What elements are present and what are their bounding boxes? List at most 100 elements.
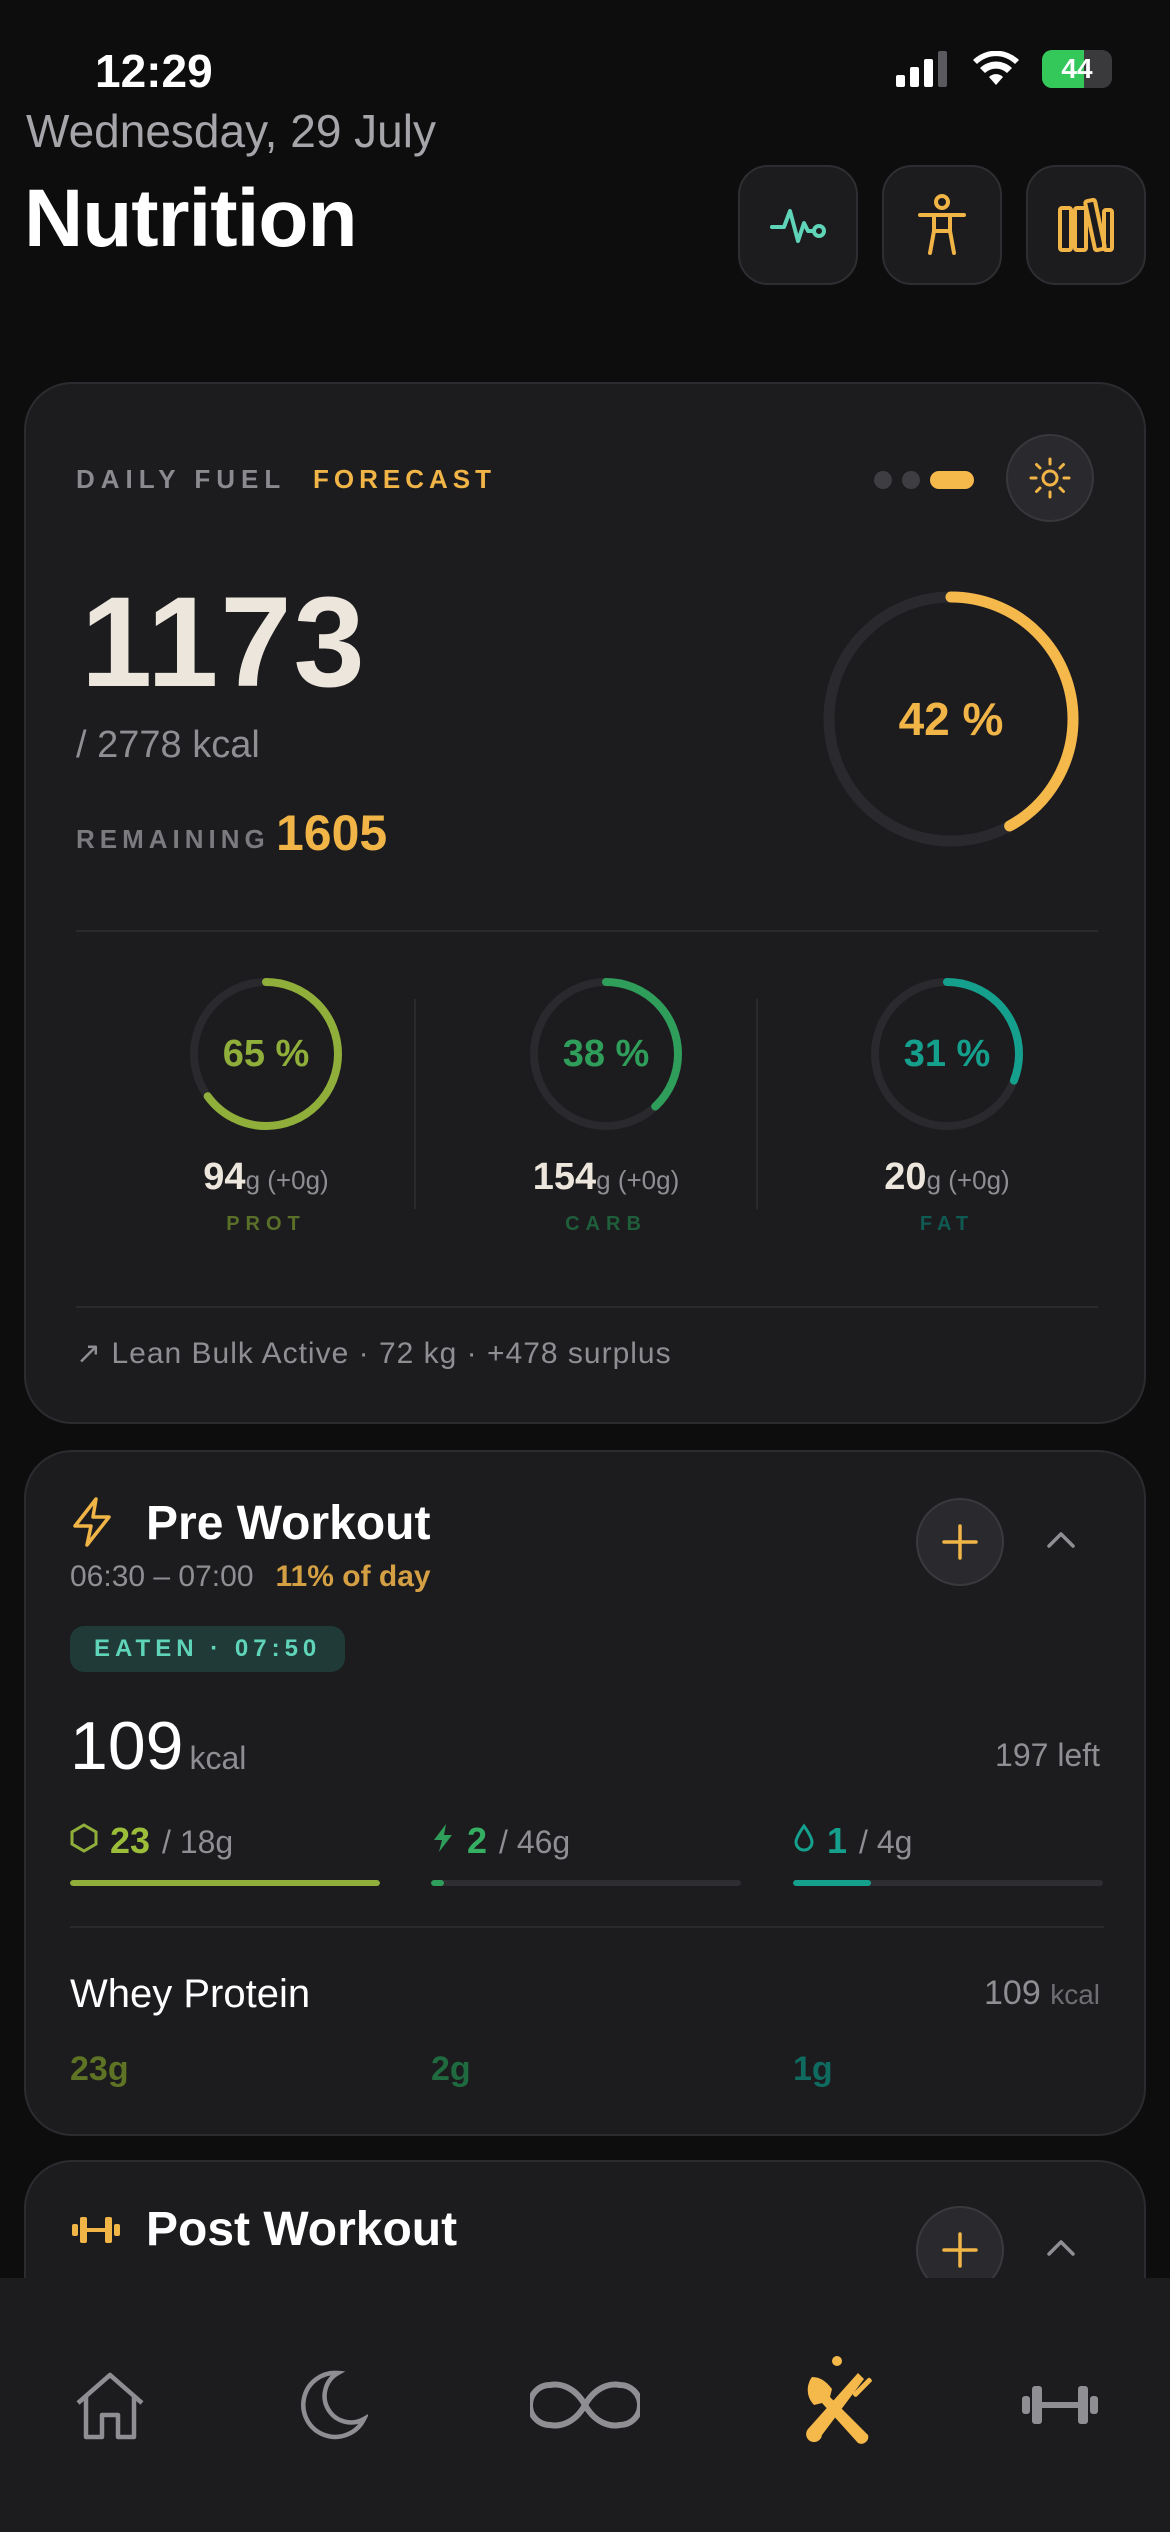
- eaten-badge: EATEN · 07:50: [70, 1626, 346, 1672]
- page-title: Nutrition: [24, 173, 358, 264]
- meal-carb-value: 2: [467, 1820, 488, 1861]
- status-icons: 44: [896, 50, 1112, 88]
- protein-ring: 65 %: [186, 974, 346, 1134]
- tab-sleep[interactable]: [278, 2350, 388, 2460]
- heartbeat-icon: [770, 209, 826, 243]
- library-button[interactable]: [1026, 165, 1146, 285]
- meal-kcal-line: 109 kcal: [70, 1707, 246, 1785]
- calorie-progress-ring: 42 %: [816, 584, 1086, 854]
- carb-value: 154: [532, 1156, 597, 1198]
- droplet-icon: [794, 1823, 814, 1852]
- home-icon: [76, 2372, 144, 2440]
- divider: [76, 1306, 1098, 1308]
- protein-label: PROT: [226, 1213, 306, 1235]
- meal-fat-bar: [793, 1880, 1103, 1886]
- fat-value: 20: [884, 1156, 927, 1198]
- page-dot-active[interactable]: [930, 471, 974, 489]
- cellular-signal-icon: [896, 51, 947, 87]
- carb-ring: 38 %: [526, 974, 686, 1134]
- protein-unit: g (+0g): [245, 1165, 329, 1195]
- moon-icon: [301, 2370, 368, 2440]
- meal-kcal: 109: [70, 1708, 184, 1784]
- meal-fat-bar-fill: [793, 1880, 871, 1886]
- remaining-label: REMAINING: [76, 824, 270, 854]
- page-dot[interactable]: [902, 471, 920, 489]
- header-date: Wednesday, 29 July: [26, 105, 436, 157]
- macro-separator: [756, 999, 758, 1209]
- carb-percent: 38 %: [562, 1032, 650, 1075]
- meal-carb-bar: [431, 1880, 741, 1886]
- fork-knife-icon: [806, 2356, 872, 2444]
- tab-nutrition[interactable]: [782, 2350, 892, 2460]
- page-dot[interactable]: [874, 471, 892, 489]
- wifi-icon: [973, 51, 1019, 85]
- target-kcal: / 2778 kcal: [76, 724, 260, 766]
- infinity-icon: [530, 2381, 640, 2429]
- meal-time-line: 06:30 – 07:00 11% of day: [70, 1560, 431, 1594]
- tab-bar-curve: [0, 2258, 1170, 2298]
- goal-mode-line: ↗ Lean Bulk Active · 72 kg · +478 surplu…: [76, 1337, 672, 1370]
- calorie-percent: 42 %: [898, 693, 1004, 745]
- hexagon-icon: [70, 1823, 98, 1853]
- tab-bar: [0, 2258, 1170, 2532]
- food-name: Whey Protein: [70, 1972, 311, 2016]
- food-carb: 2g: [431, 2050, 471, 2088]
- macro-protein: 65 % 94g (+0g) PROT: [116, 974, 416, 1236]
- remaining-value: 1605: [276, 805, 388, 861]
- macro-fat: 31 % 20g (+0g) FAT: [797, 974, 1097, 1236]
- dumbbell-icon: [1022, 2386, 1098, 2424]
- body-button[interactable]: [882, 165, 1002, 285]
- carb-value-line: 154g (+0g): [456, 1156, 756, 1199]
- meal-fat-stat: 1 / 4g: [793, 1820, 1103, 1886]
- tab-loop[interactable]: [530, 2350, 640, 2460]
- meal-carb-bar-fill: [431, 1880, 445, 1886]
- meal-day-percent: 11% of day: [275, 1560, 431, 1593]
- heartbeat-button[interactable]: [738, 165, 858, 285]
- food-fat: 1g: [793, 2050, 833, 2088]
- meal-carb-target: / 46g: [499, 1824, 571, 1860]
- consumed-kcal: 1173: [81, 571, 367, 714]
- meal-time: 06:30 – 07:00: [70, 1560, 254, 1593]
- macro-carb: 38 % 154g (+0g) CARB: [456, 974, 756, 1236]
- fat-unit: g (+0g): [926, 1165, 1010, 1195]
- divider: [76, 930, 1098, 932]
- fat-ring: 31 %: [867, 974, 1027, 1134]
- macro-separator: [414, 999, 416, 1209]
- meal-protein-stat: 23 / 18g: [70, 1820, 380, 1886]
- chevron-up-icon[interactable]: [1046, 1530, 1076, 1550]
- battery-indicator: 44: [1042, 50, 1112, 88]
- chevron-up-icon[interactable]: [1046, 2238, 1076, 2258]
- battery-level: 44: [1061, 53, 1093, 84]
- food-protein: 23g: [70, 2050, 129, 2088]
- meal-kcal-left: 197 left: [995, 1737, 1100, 1773]
- fat-percent: 31 %: [903, 1032, 991, 1075]
- meal-fat-value: 1: [827, 1820, 848, 1861]
- plus-icon: [942, 1524, 978, 1560]
- meal-protein-value: 23: [110, 1820, 151, 1861]
- carb-unit: g (+0g): [596, 1165, 680, 1195]
- sun-icon: [1029, 457, 1071, 499]
- lightning-icon: [73, 1497, 111, 1547]
- protein-value: 94: [203, 1156, 246, 1198]
- meal-protein-bar-fill: [70, 1880, 380, 1886]
- food-kcal: 109: [984, 1974, 1041, 2012]
- body-figure-icon: [918, 194, 966, 255]
- add-food-button[interactable]: [916, 1498, 1004, 1586]
- meal-fat-target: / 4g: [859, 1824, 913, 1860]
- fat-value-line: 20g (+0g): [797, 1156, 1097, 1199]
- library-icon: [1058, 197, 1114, 253]
- meal-protein-target: / 18g: [162, 1824, 234, 1860]
- fuel-mode-label[interactable]: FORECAST: [313, 464, 496, 495]
- divider: [70, 1926, 1104, 1928]
- carb-label: CARB: [565, 1213, 647, 1235]
- food-kcal-unit: kcal: [1050, 1979, 1100, 2010]
- tab-training[interactable]: [1005, 2350, 1115, 2460]
- page-indicator[interactable]: [874, 471, 974, 489]
- theme-button[interactable]: [1006, 434, 1094, 522]
- tab-home[interactable]: [55, 2350, 165, 2460]
- pre-workout-card[interactable]: Pre Workout 06:30 – 07:00 11% of day EATE…: [24, 1450, 1146, 2136]
- food-kcal-line: 109 kcal: [984, 1974, 1100, 2013]
- protein-value-line: 94g (+0g): [116, 1156, 416, 1199]
- meal-protein-bar: [70, 1880, 380, 1886]
- meal-title: Post Workout: [146, 2203, 458, 2256]
